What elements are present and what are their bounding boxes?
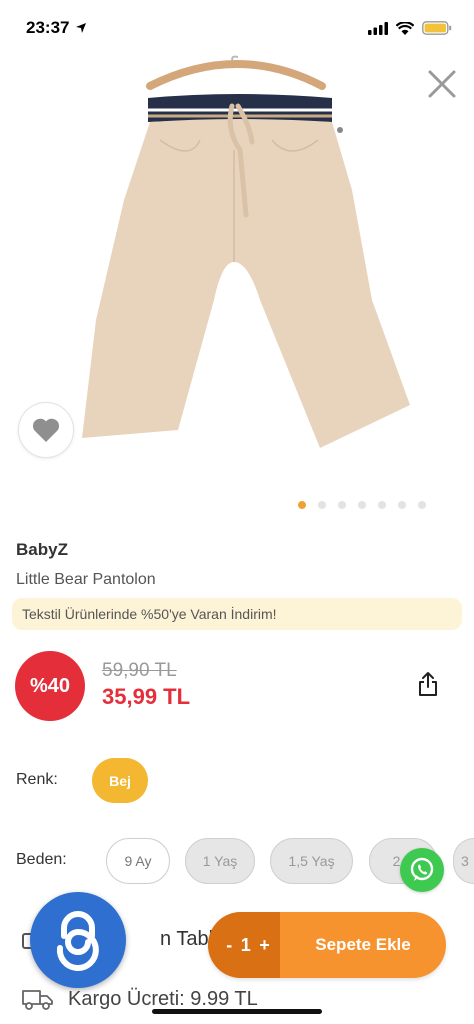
heart-icon <box>32 418 60 442</box>
color-option-label: Bej <box>109 772 131 789</box>
status-bar: 23:37 <box>0 0 474 56</box>
color-option-bej[interactable]: Bej <box>92 758 148 803</box>
size-option-1-yas[interactable]: 1 Yaş <box>185 838 255 884</box>
wifi-icon <box>396 21 414 35</box>
lock-loop-logo-icon <box>56 911 99 971</box>
shipping-label: Kargo Ücreti: 9.99 TL <box>68 987 258 1010</box>
discount-badge: %40 <box>15 651 85 721</box>
close-icon <box>428 70 456 98</box>
truck-icon <box>22 990 53 1010</box>
add-to-cart-button[interactable]: Sepete Ekle <box>280 912 446 978</box>
status-time-text: 23:37 <box>26 18 70 37</box>
battery-icon <box>422 21 452 35</box>
color-label: Renk: <box>16 771 58 788</box>
gallery-dot[interactable] <box>318 501 326 509</box>
quantity-value: 1 <box>240 934 251 955</box>
size-option-1-5-yas[interactable]: 1,5 Yaş <box>270 838 353 884</box>
share-icon <box>419 672 437 696</box>
location-arrow-icon <box>76 23 87 33</box>
gallery-dot[interactable] <box>398 501 406 509</box>
gallery-dot[interactable] <box>378 501 386 509</box>
quantity-decrease-button[interactable]: - <box>226 935 232 956</box>
gallery-dot[interactable] <box>338 501 346 509</box>
help-widget-button[interactable] <box>30 892 126 988</box>
close-button[interactable] <box>424 66 460 102</box>
promo-text: Tekstil Ürünlerinde %50'ye Varan İndirim… <box>22 606 277 622</box>
old-price: 59,90 TL <box>102 660 177 681</box>
size-option-label: 1 Yaş <box>202 853 238 869</box>
status-time: 23:37 <box>26 18 87 38</box>
discount-text: %40 <box>29 674 71 697</box>
size-label: Beden: <box>16 851 67 868</box>
product-brand[interactable]: BabyZ <box>16 540 68 560</box>
status-indicators <box>368 21 452 35</box>
whatsapp-icon <box>410 857 434 881</box>
quantity-stepper[interactable]: - 1 + <box>208 912 280 978</box>
product-gallery[interactable] <box>0 0 474 520</box>
favorite-button[interactable] <box>18 402 74 458</box>
size-option-9-ay[interactable]: 9 Ay <box>106 838 170 884</box>
add-to-cart-bar: - 1 + Sepete Ekle <box>208 912 446 978</box>
size-option-3-yas[interactable]: 3 <box>453 838 474 884</box>
size-option-label: 3 <box>461 853 469 869</box>
size-option-label: 1,5 Yaş <box>288 853 335 869</box>
quantity-increase-button[interactable]: + <box>259 935 270 956</box>
share-button[interactable] <box>414 669 442 699</box>
gallery-dot[interactable] <box>358 501 366 509</box>
size-option-label: 9 Ay <box>124 853 152 869</box>
home-indicator[interactable] <box>152 1009 322 1014</box>
product-name: Little Bear Pantolon <box>16 571 156 588</box>
whatsapp-button[interactable] <box>400 848 444 892</box>
promo-banner[interactable]: Tekstil Ürünlerinde %50'ye Varan İndirim… <box>12 598 462 630</box>
gallery-dot[interactable] <box>298 501 306 509</box>
new-price: 35,99 TL <box>102 684 191 709</box>
gallery-dot[interactable] <box>418 501 426 509</box>
signal-icon <box>368 21 388 35</box>
add-to-cart-label: Sepete Ekle <box>315 935 411 954</box>
gallery-pagination <box>0 498 474 512</box>
